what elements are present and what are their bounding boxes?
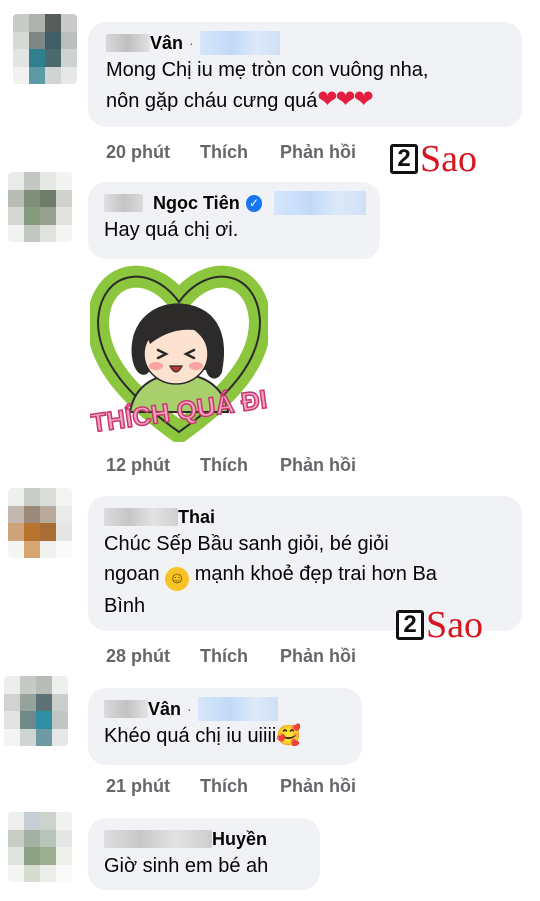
avatar[interactable] <box>13 14 77 84</box>
logo-text: Sao <box>420 138 477 180</box>
like-button[interactable]: Thích <box>200 455 248 476</box>
thich-qua-di-sticker[interactable]: THÍCH QUÁ ĐI <box>90 262 268 442</box>
commenter-name[interactable]: Ngọc Tiên <box>153 193 240 214</box>
like-button[interactable]: Thích <box>200 646 248 667</box>
comment-text-line: mạnh khoẻ đẹp trai hơn Ba <box>194 563 437 585</box>
commenter-name[interactable]: Vân <box>150 33 183 54</box>
blurred-badge <box>197 697 278 721</box>
comment-bubble: Vân · Mong Chị iu mẹ tròn con vuông nha,… <box>88 22 522 127</box>
comment-text-line: Chúc Sếp Bầu sanh giỏi, bé giỏi <box>104 533 389 555</box>
comment-bubble: Huyền Giờ sinh em bé ah <box>88 818 320 890</box>
smile-emoji-icon: ☺ <box>165 567 190 591</box>
reply-button[interactable]: Phản hồi <box>280 142 356 163</box>
comment-actions: 20 phút Thích Phản hồi <box>106 142 386 163</box>
commenter-name[interactable]: Huyền <box>212 829 267 850</box>
blurred-badge <box>199 31 280 55</box>
comment-text-line: Khéo quá chị iu uiiii <box>104 725 277 747</box>
timestamp[interactable]: 20 phút <box>106 142 170 163</box>
blurred-name <box>104 508 178 526</box>
avatar[interactable] <box>8 488 72 558</box>
comment-text: Hay quá chị ơi. <box>104 219 239 241</box>
separator-dot: · <box>189 35 194 51</box>
blurred-name <box>106 34 150 52</box>
comment-text: Mong Chị iu mẹ tròn con vuông nha, nôn g… <box>106 55 508 116</box>
avatar[interactable] <box>4 676 68 746</box>
commenter-name[interactable]: Thai <box>178 507 215 528</box>
heart-emoji-icon: ❤❤❤ <box>317 86 373 113</box>
blurred-badge <box>274 191 366 215</box>
blurred-name <box>104 194 144 212</box>
comment-bubble: Ngọc Tiên ✓ Hay quá chị ơi. <box>88 182 380 259</box>
comment-text-line: ngoan <box>104 563 160 585</box>
reply-button[interactable]: Phản hồi <box>280 455 356 476</box>
logo-number: 2 <box>396 610 424 640</box>
avatar[interactable] <box>8 812 72 882</box>
logo-text: Sao <box>426 604 483 646</box>
timestamp[interactable]: 28 phút <box>106 646 170 667</box>
comment-text-line: nôn gặp cháu cưng quá <box>106 90 318 112</box>
reply-button[interactable]: Phản hồi <box>280 776 356 797</box>
smiling-hearts-emoji-icon: 🥰 <box>276 725 302 747</box>
blurred-name <box>104 700 148 718</box>
verified-badge-icon: ✓ <box>245 194 263 212</box>
avatar[interactable] <box>8 172 72 242</box>
like-button[interactable]: Thích <box>200 142 248 163</box>
logo-number: 2 <box>390 144 418 174</box>
2sao-logo: 2 Sao <box>396 604 483 646</box>
comment-text: Giờ sinh em bé ah <box>104 855 269 877</box>
like-button[interactable]: Thích <box>200 776 248 797</box>
comment-actions: 28 phút Thích Phản hồi <box>106 646 386 667</box>
comment-text-line: Mong Chị iu mẹ tròn con vuông nha, <box>106 59 429 81</box>
comment-text: Khéo quá chị iu uiiii🥰 <box>104 721 348 751</box>
comment-actions: 21 phút Thích Phản hồi <box>106 776 386 797</box>
timestamp[interactable]: 12 phút <box>106 455 170 476</box>
separator-dot: · <box>187 701 192 717</box>
comment-actions: 12 phút Thích Phản hồi <box>106 455 386 476</box>
blurred-name <box>104 830 212 848</box>
timestamp[interactable]: 21 phút <box>106 776 170 797</box>
reply-button[interactable]: Phản hồi <box>280 646 356 667</box>
comment-bubble: Vân · Khéo quá chị iu uiiii🥰 <box>88 688 362 765</box>
commenter-name[interactable]: Vân <box>148 699 181 720</box>
2sao-logo: 2 Sao <box>390 138 477 180</box>
